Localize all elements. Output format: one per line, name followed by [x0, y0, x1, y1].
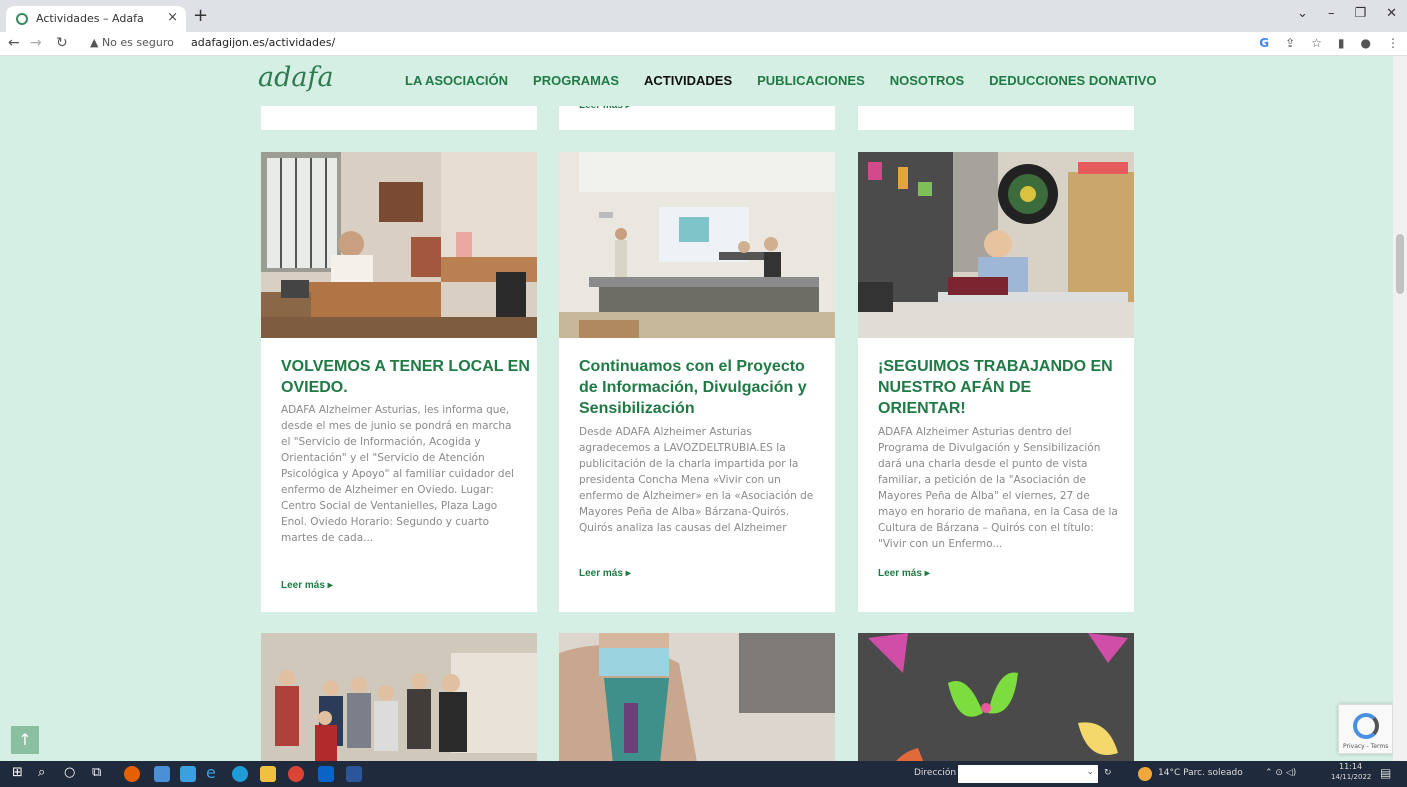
post-title[interactable]: VOLVEMOS A TENER LOCAL EN OVIEDO.	[281, 356, 531, 398]
post-title[interactable]: Continuamos con el Proyecto de Informaci…	[579, 356, 819, 419]
outlook-icon[interactable]	[318, 766, 334, 782]
reload-icon[interactable]: ↻	[56, 35, 68, 51]
weather-icon[interactable]	[1138, 767, 1152, 781]
minimize-button[interactable]: –	[1328, 6, 1335, 21]
read-more-link[interactable]: Leer más ▸	[878, 568, 930, 579]
post-card-group-photo[interactable]	[261, 633, 537, 761]
site-logo[interactable]: adafa	[258, 62, 334, 93]
not-secure-indicator[interactable]: ▲ No es seguro	[90, 36, 174, 49]
address-bar[interactable]: ▲ No es seguro adafagijon.es/actividades…	[86, 34, 1236, 54]
post-image-office[interactable]	[261, 152, 537, 338]
post-image-conference[interactable]	[559, 152, 835, 338]
post-card-scarf-photo[interactable]	[559, 633, 835, 761]
edge-icon[interactable]	[232, 766, 248, 782]
adafa-favicon-icon	[16, 13, 28, 25]
back-arrow-icon[interactable]: ←	[8, 35, 20, 51]
windows-taskbar: ⊞ ⌕ ○ ⧉ e Dirección ⌄ ↻ 14°C Parc. solea…	[0, 761, 1407, 787]
scrollbar-thumb[interactable]	[1396, 234, 1404, 294]
back-to-top-button[interactable]: ↑	[11, 726, 39, 754]
post-image-butterflies[interactable]	[858, 633, 1134, 761]
post-excerpt: Desde ADAFA Alzheimer Asturias agradecem…	[579, 426, 814, 534]
tab-search-icon[interactable]: ⌄	[1297, 6, 1308, 21]
nav-la-asociacion[interactable]: LA ASOCIACIÓN	[405, 73, 508, 88]
app-icon[interactable]	[154, 766, 170, 782]
window-controls: ⌄ – ❐ ✕	[1297, 6, 1397, 21]
url-text[interactable]: adafagijon.es/actividades/	[191, 36, 335, 49]
forward-arrow-icon[interactable]: →	[30, 35, 42, 51]
page-scrollbar[interactable]	[1393, 56, 1407, 761]
address-toolbar-input[interactable]: ⌄	[958, 765, 1098, 783]
post-card-proyecto-informacion[interactable]: Continuamos con el Proyecto de Informaci…	[559, 152, 835, 612]
refresh-icon[interactable]: ↻	[1104, 768, 1112, 778]
recaptcha-badge[interactable]: Privacy - Terms	[1338, 704, 1393, 754]
main-nav: LA ASOCIACIÓN PROGRAMAS ACTIVIDADES PUBL…	[405, 73, 1156, 88]
search-icon[interactable]: ⌕	[38, 765, 45, 780]
app-icon[interactable]	[180, 766, 196, 782]
browser-tab[interactable]: Actividades – Adafa ×	[6, 6, 186, 32]
post-card-butterflies-photo[interactable]	[858, 633, 1134, 761]
nav-nosotros[interactable]: NOSOTROS	[890, 73, 964, 88]
notifications-icon[interactable]: ▤	[1380, 766, 1391, 780]
address-toolbar-label: Dirección	[914, 768, 957, 778]
share-icon[interactable]: ⇪	[1285, 36, 1295, 50]
post-excerpt: ADAFA Alzheimer Asturias, les informa qu…	[281, 404, 514, 544]
menu-kebab-icon[interactable]: ⋮	[1387, 36, 1399, 50]
nav-publicaciones[interactable]: PUBLICACIONES	[757, 73, 865, 88]
google-icon[interactable]: G	[1259, 36, 1269, 50]
word-icon[interactable]	[346, 766, 362, 782]
tray-icons[interactable]: ⌃ ⊙ ◁)	[1265, 768, 1296, 778]
nav-deducciones-donativo[interactable]: DEDUCCIONES DONATIVO	[989, 73, 1156, 88]
toolbar-actions: G ⇪ ☆ ▮ ● ⋮	[1259, 36, 1399, 50]
site-header: adafa LA ASOCIACIÓN PROGRAMAS ACTIVIDADE…	[0, 56, 1393, 106]
nav-actividades[interactable]: ACTIVIDADES	[644, 73, 732, 88]
chrome-icon[interactable]	[288, 766, 304, 782]
file-explorer-icon[interactable]	[260, 766, 276, 782]
read-more-link[interactable]: Leer más ▸	[579, 568, 631, 579]
cortana-icon[interactable]: ○	[64, 765, 75, 780]
windows-start-icon[interactable]: ⊞	[12, 765, 23, 780]
read-more-link[interactable]: Leer más ▸	[281, 580, 333, 591]
new-tab-button[interactable]: +	[193, 5, 208, 26]
chevron-down-icon[interactable]: ⌄	[1086, 767, 1094, 777]
restore-button[interactable]: ❐	[1354, 6, 1366, 21]
browser-toolbar: ← → ↻ ▲ No es seguro adafagijon.es/activ…	[0, 32, 1407, 56]
clock-time[interactable]: 11:14	[1339, 762, 1362, 771]
nav-programas[interactable]: PROGRAMAS	[533, 73, 619, 88]
side-panel-icon[interactable]: ▮	[1338, 36, 1345, 50]
firefox-icon[interactable]	[124, 766, 140, 782]
browser-tab-strip: Actividades – Adafa × + ⌄ – ❐ ✕	[0, 0, 1407, 32]
tab-title: Actividades – Adafa	[36, 12, 144, 25]
profile-icon[interactable]: ●	[1361, 36, 1371, 50]
clock-date[interactable]: 14/11/2022	[1331, 773, 1371, 781]
recaptcha-icon	[1353, 713, 1379, 739]
post-card-seguimos-trabajando[interactable]: ¡SEGUIMOS TRABAJANDO EN NUESTRO AFÁN DE …	[858, 152, 1134, 612]
post-image-classroom[interactable]	[858, 152, 1134, 338]
post-card-local-oviedo[interactable]: VOLVEMOS A TENER LOCAL EN OVIEDO. ADAFA …	[261, 152, 537, 612]
internet-explorer-icon[interactable]: e	[206, 763, 216, 782]
post-title[interactable]: ¡SEGUIMOS TRABAJANDO EN NUESTRO AFÁN DE …	[878, 356, 1118, 419]
recaptcha-terms[interactable]: Privacy - Terms	[1343, 743, 1388, 750]
task-view-icon[interactable]: ⧉	[92, 765, 101, 780]
post-image-scarf[interactable]	[559, 633, 835, 761]
close-window-button[interactable]: ✕	[1386, 6, 1397, 21]
weather-text[interactable]: 14°C Parc. soleado	[1158, 768, 1243, 778]
tab-close-icon[interactable]: ×	[167, 10, 178, 25]
post-excerpt: ADAFA Alzheimer Asturias dentro del Prog…	[878, 426, 1118, 550]
post-image-group[interactable]	[261, 633, 537, 761]
page-viewport: Leer más ▸ adafa LA ASOCIACIÓN PROGRAMAS…	[0, 56, 1393, 761]
bookmark-star-icon[interactable]: ☆	[1311, 36, 1322, 50]
